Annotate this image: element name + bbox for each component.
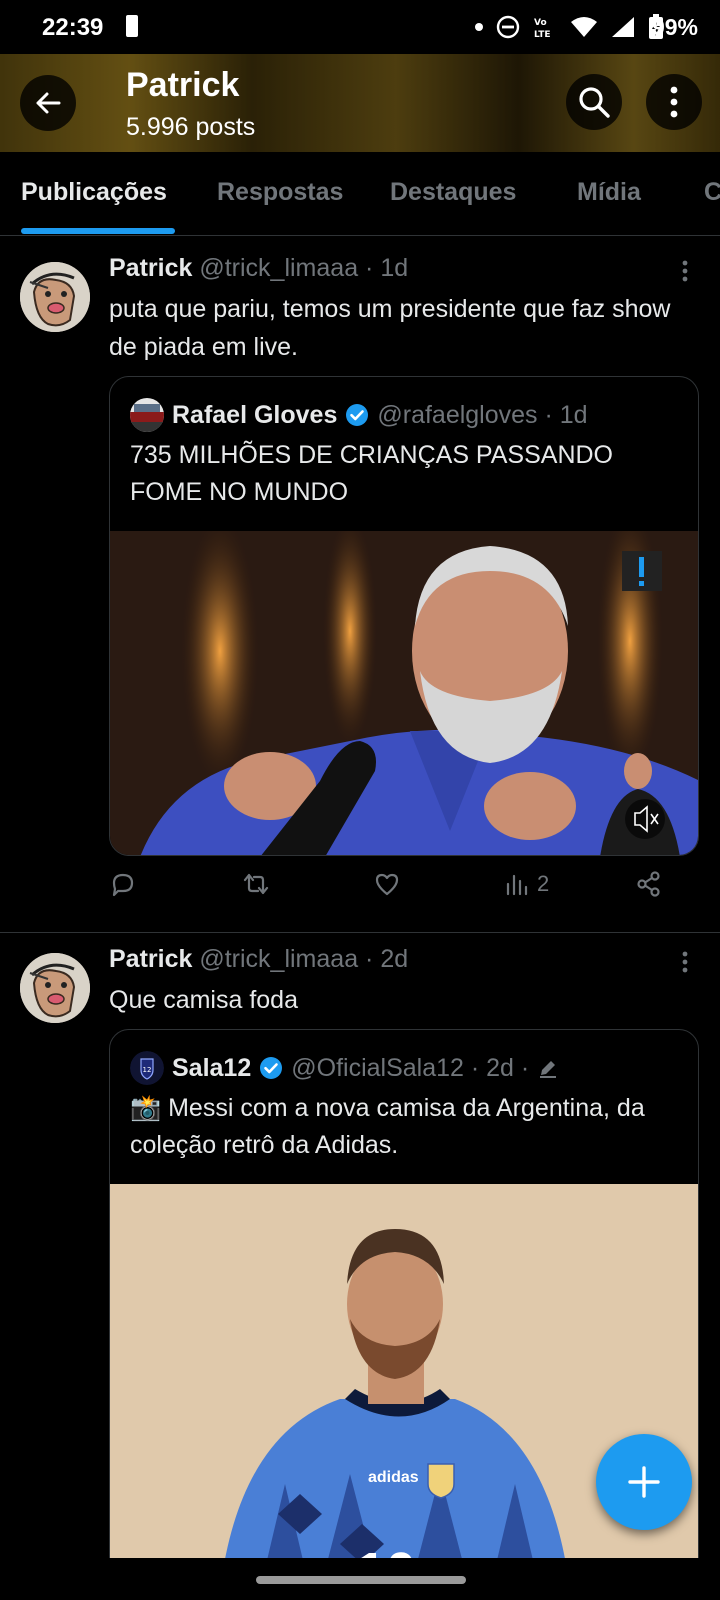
home-gesture-handle[interactable]: [256, 1576, 466, 1584]
like-button[interactable]: [373, 864, 401, 904]
quoted-text: 735 MILHÕES DE CRIANÇAS PASSANDO FOME NO…: [130, 441, 614, 506]
notification-dot-icon: [475, 23, 483, 31]
tab-publicacoes[interactable]: Publicações: [21, 178, 167, 207]
status-bar: 22:39 Vo LTE 99%: [0, 0, 720, 54]
wifi-icon: [571, 17, 597, 37]
reply-button[interactable]: [109, 864, 137, 904]
active-tab-indicator: [21, 228, 175, 234]
mute-icon[interactable]: [625, 799, 665, 839]
post-count: 5.996 posts: [126, 113, 256, 141]
views-icon: [506, 874, 528, 896]
author-handle-time: @trick_limaaa · 2d: [199, 945, 409, 973]
like-icon: [375, 873, 399, 896]
quoted-avatar: 12: [130, 1051, 164, 1085]
more-options-button[interactable]: [646, 74, 702, 130]
post-item[interactable]: Patrick @trick_limaaa · 1d puta que pari…: [0, 242, 720, 932]
signal-icon: [612, 17, 634, 37]
system-nav-bar: [0, 1558, 720, 1600]
post-menu-button[interactable]: [670, 256, 700, 286]
quoted-photo[interactable]: adidas 10: [110, 1184, 698, 1588]
dnd-icon: [496, 15, 520, 39]
profile-tabs: Publicações Respostas Destaques Mídia C: [0, 152, 720, 236]
views-count: 2: [537, 871, 550, 896]
status-time: 22:39: [42, 14, 104, 41]
profile-name: Patrick: [126, 66, 240, 104]
back-button[interactable]: [20, 75, 76, 131]
reply-icon: [112, 873, 134, 897]
quoted-video[interactable]: [110, 531, 698, 855]
svg-text:12: 12: [143, 1066, 152, 1074]
battery-saver-icon: [126, 15, 138, 37]
battery-percent: 99%: [651, 14, 698, 40]
tab-midia[interactable]: Mídia: [577, 178, 641, 207]
post-header: Patrick @trick_limaaa · 2d: [109, 945, 408, 974]
author-name[interactable]: Patrick: [109, 254, 192, 282]
more-vertical-icon: [682, 260, 688, 282]
profile-header: Patrick 5.996 posts: [0, 54, 720, 152]
author-name[interactable]: Patrick: [109, 945, 192, 973]
quoted-post-header: 12 Sala12 @OficialSala12 · 2d ·: [130, 1050, 559, 1086]
edit-pencil-icon: [540, 1061, 557, 1078]
quoted-post[interactable]: Rafael Gloves @rafaelgloves · 1d 735 MIL…: [109, 376, 699, 856]
shirt-brand: adidas: [368, 1469, 419, 1486]
views-button[interactable]: 2: [505, 864, 549, 904]
plus-icon: [628, 1466, 660, 1498]
share-icon: [637, 871, 660, 897]
retweet-icon: [243, 873, 269, 895]
camera-flash-emoji: 📸: [130, 1094, 162, 1122]
tab-respostas[interactable]: Respostas: [217, 178, 343, 207]
quoted-avatar: [130, 398, 164, 432]
share-button[interactable]: [635, 864, 663, 904]
svg-text:LTE: LTE: [534, 30, 551, 40]
avatar[interactable]: [20, 953, 90, 1023]
verified-badge-icon: [260, 1057, 283, 1079]
volte-icon: Vo LTE: [534, 18, 551, 40]
post-menu-button[interactable]: [670, 947, 700, 977]
more-vertical-icon: [670, 86, 678, 118]
avatar[interactable]: [20, 262, 90, 332]
svg-text:Vo: Vo: [534, 18, 547, 28]
quoted-author-name: Sala12: [172, 1053, 252, 1082]
post-header: Patrick @trick_limaaa · 1d: [109, 254, 408, 283]
quoted-author-name: Rafael Gloves: [172, 400, 338, 429]
retweet-button[interactable]: [241, 864, 271, 904]
post-text: Que camisa foda: [109, 986, 298, 1014]
post-text: puta que pariu, temos um presidente que …: [109, 295, 671, 361]
quoted-text: 📸 Messi com a nova camisa da Argentina, …: [130, 1094, 645, 1159]
quoted-handle-time: @OficialSala12 · 2d ·: [291, 1053, 530, 1082]
author-handle-time: @trick_limaaa · 1d: [199, 254, 409, 282]
search-icon: [579, 87, 610, 118]
quoted-handle-time: @rafaelgloves · 1d: [377, 400, 588, 429]
tab-destaques[interactable]: Destaques: [390, 178, 516, 207]
verified-badge-icon: [346, 404, 369, 426]
compose-button[interactable]: [596, 1434, 692, 1530]
post-actions: 2: [109, 864, 689, 904]
tab-curtidas[interactable]: C: [704, 178, 720, 207]
quoted-post-header: Rafael Gloves @rafaelgloves · 1d: [130, 397, 588, 433]
search-button[interactable]: [566, 74, 622, 130]
back-arrow-icon: [36, 92, 61, 114]
more-vertical-icon: [682, 951, 688, 973]
